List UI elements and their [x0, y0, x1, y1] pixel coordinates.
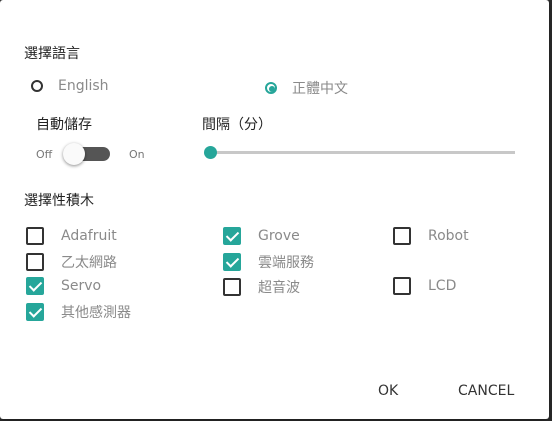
cancel-button[interactable]: CANCEL [458, 383, 514, 399]
autosave-switch-thumb[interactable] [63, 143, 85, 165]
checkbox-ultrasonic-box[interactable] [223, 278, 241, 296]
checkbox-servo-box[interactable] [26, 277, 44, 295]
checkbox-cloud-services[interactable]: 雲端服務 [223, 252, 314, 272]
checkbox-other-sensors-label: 其他感測器 [61, 305, 131, 321]
checkbox-grove[interactable]: Grove [223, 227, 300, 245]
radio-traditional-chinese-label: 正體中文 [292, 81, 348, 97]
checkbox-other-sensors[interactable]: 其他感測器 [26, 302, 131, 322]
checkbox-cloud-services-box[interactable] [223, 253, 241, 271]
checkbox-servo-label: Servo [61, 278, 102, 294]
ok-button[interactable]: OK [378, 383, 398, 399]
checkbox-ultrasonic-label: 超音波 [258, 280, 300, 296]
radio-button-icon[interactable] [29, 78, 45, 94]
checkbox-ultrasonic[interactable]: 超音波 [223, 277, 300, 297]
checkbox-adafruit-box[interactable] [26, 227, 44, 245]
language-section-title: 選擇語言 [24, 46, 80, 62]
blocks-section-title: 選擇性積木 [24, 193, 94, 209]
checkbox-robot-box[interactable] [393, 227, 411, 245]
autosave-title: 自動儲存 [36, 117, 92, 133]
radio-english[interactable]: English [29, 78, 109, 94]
radio-button-icon[interactable] [263, 80, 279, 96]
checkbox-lcd[interactable]: LCD [393, 277, 456, 295]
checkbox-robot[interactable]: Robot [393, 227, 469, 245]
autosave-on-label: On [129, 148, 145, 161]
checkbox-grove-label: Grove [258, 228, 300, 244]
checkbox-servo[interactable]: Servo [26, 277, 101, 295]
checkbox-ethernet-label: 乙太網路 [61, 255, 117, 271]
checkbox-adafruit-label: Adafruit [61, 228, 117, 244]
checkbox-adafruit[interactable]: Adafruit [26, 227, 117, 245]
checkbox-other-sensors-box[interactable] [26, 303, 44, 321]
checkbox-ethernet-box[interactable] [26, 253, 44, 271]
interval-slider-thumb[interactable] [204, 146, 217, 159]
radio-traditional-chinese-indicator[interactable] [265, 82, 277, 94]
checkbox-grove-box[interactable] [223, 227, 241, 245]
interval-slider-track[interactable] [211, 151, 515, 154]
radio-english-label: English [58, 78, 109, 94]
checkbox-cloud-services-label: 雲端服務 [258, 255, 314, 271]
checkbox-lcd-box[interactable] [393, 277, 411, 295]
radio-english-indicator[interactable] [31, 80, 43, 92]
checkbox-ethernet[interactable]: 乙太網路 [26, 252, 117, 272]
checkbox-robot-label: Robot [428, 228, 469, 244]
autosave-off-label: Off [36, 148, 53, 161]
radio-traditional-chinese[interactable]: 正體中文 [263, 78, 348, 98]
settings-dialog: 選擇語言 English 正體中文 自動儲存 Off On 間隔（分） 選擇性積… [0, 0, 549, 419]
interval-title: 間隔（分） [202, 117, 272, 133]
checkbox-lcd-label: LCD [428, 278, 457, 294]
